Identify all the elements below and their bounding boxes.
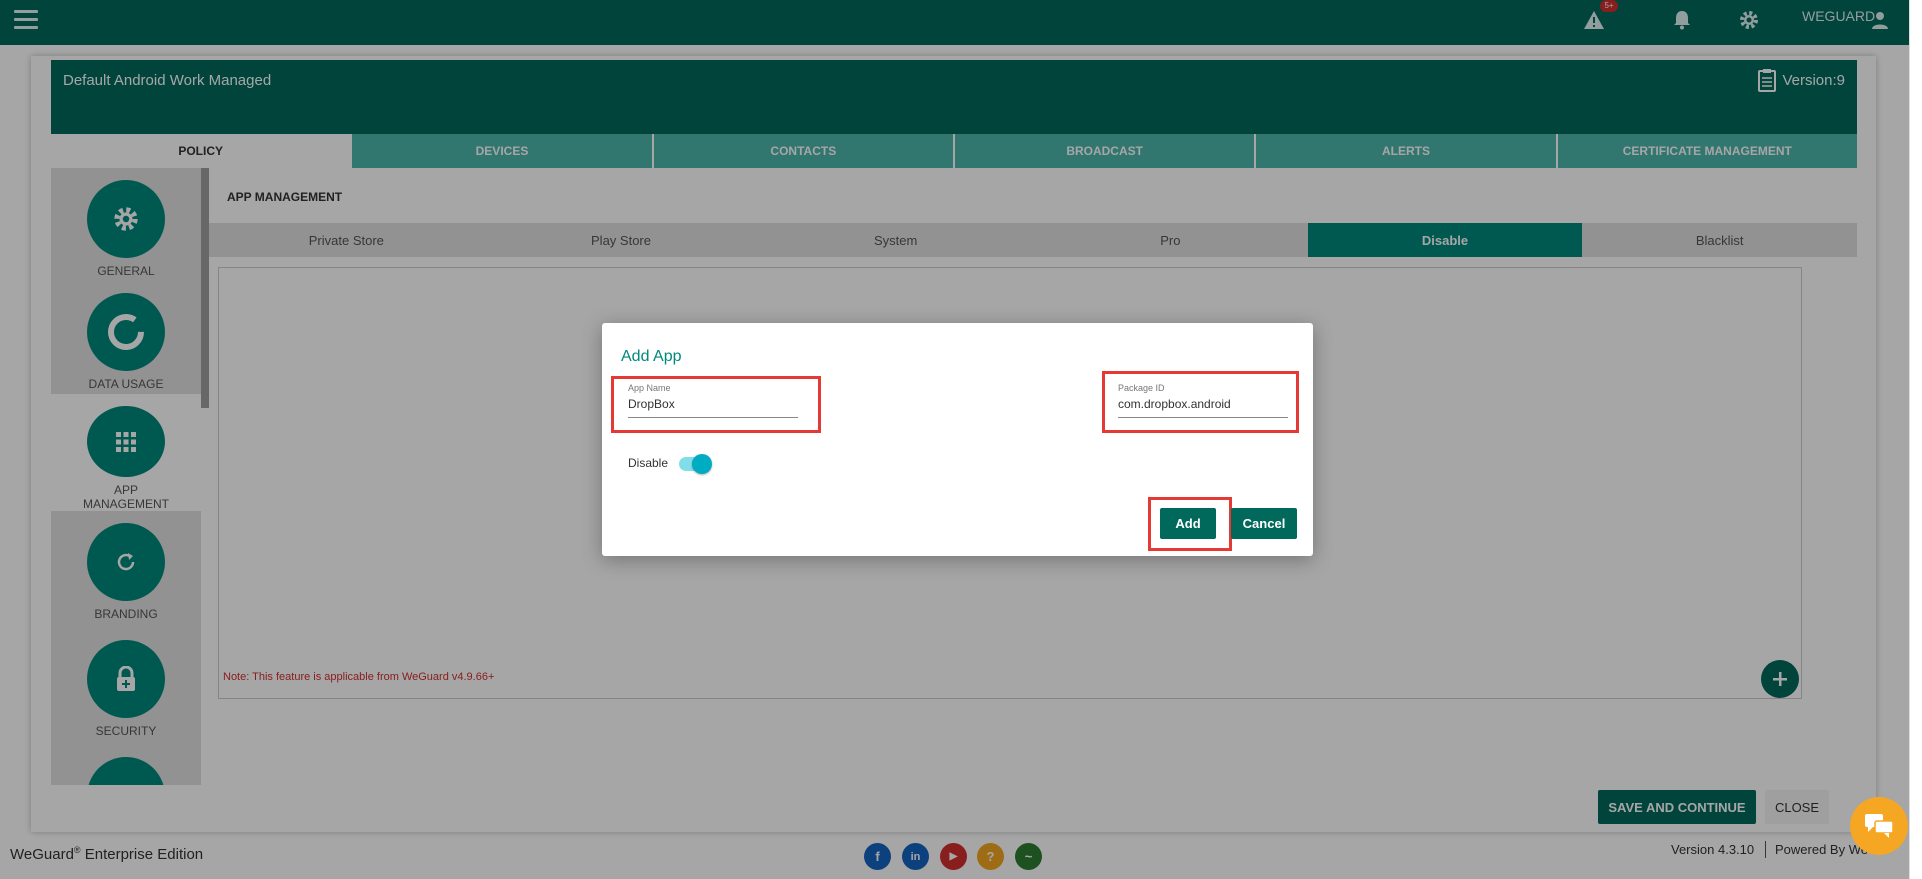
package-id-label: Package ID: [1118, 383, 1165, 393]
package-id-field[interactable]: Package ID: [1118, 383, 1288, 419]
field-underline: [1118, 417, 1288, 418]
app-name-field[interactable]: App Name: [628, 383, 798, 419]
add-button[interactable]: Add: [1160, 508, 1216, 539]
app-name-input[interactable]: [628, 397, 798, 411]
window-right-edge: [1909, 0, 1922, 879]
disable-toggle-label: Disable: [628, 456, 669, 470]
cancel-button[interactable]: Cancel: [1231, 508, 1297, 539]
add-app-dialog: Add App App Name Package ID Disable Add …: [602, 323, 1313, 556]
app-name-label: App Name: [628, 383, 671, 393]
dialog-title: Add App: [621, 348, 682, 365]
chat-icon: [1865, 814, 1894, 838]
chat-button[interactable]: [1850, 797, 1908, 855]
disable-toggle-knob[interactable]: [692, 454, 712, 474]
field-underline: [628, 417, 798, 418]
package-id-input[interactable]: [1118, 397, 1288, 411]
